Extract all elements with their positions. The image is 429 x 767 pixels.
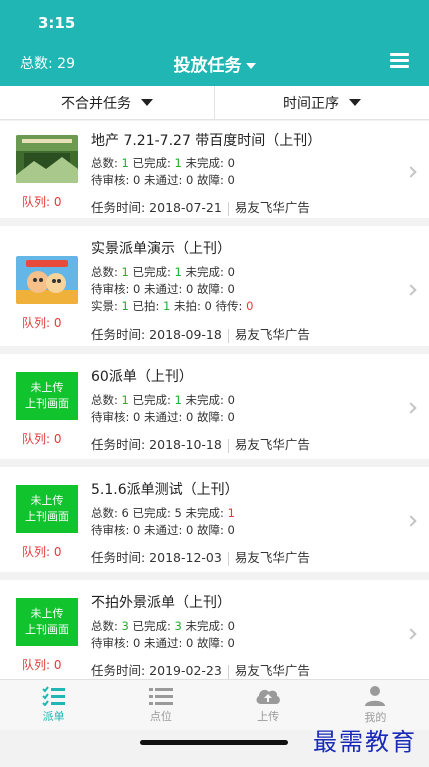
poster-image [16,256,78,304]
task-meta: 任务时间: 2018-07-21 易友飞华广告 [91,197,310,216]
task-card[interactable]: 未上传 上刊画面 队列: 0 5.1.6派单测试（上刊） 总数: 6 已完成: 5… [0,467,429,580]
task-title: 实景派单演示（上刊） [91,241,231,257]
list-icon [148,688,173,705]
task-list: 队列: 0 地产 7.21-7.27 带百度时间（上刊） 总数: 1 已完成: … [0,121,429,693]
home-indicator[interactable] [140,740,288,745]
queue-label: 队列: 0 [22,195,62,209]
task-time: 任务时间: 2018-10-18 [91,437,222,452]
task-meta: 任务时间: 2018-12-03 易友飞华广告 [91,547,310,566]
tab-upload[interactable]: 上传 [215,680,322,730]
task-thumbnail: 未上传 上刊画面 [16,598,78,646]
task-stats: 总数: 3 已完成: 3 未完成: 0 [91,619,235,633]
task-thumbnail: 未上传 上刊画面 [16,485,78,533]
chevron-right-icon [405,515,417,527]
task-review-stats: 待审核: 0 未通过: 0 故障: 0 [91,636,235,650]
task-review-stats: 待审核: 0 未通过: 0 故障: 0 [91,523,235,537]
page-title: 投放任务 [173,56,242,76]
chevron-right-icon [405,166,417,178]
watermark: 最需教育 [313,728,417,756]
poster-image [16,135,78,183]
tab-upload-label: 上传 [257,710,280,723]
merge-filter-dropdown[interactable]: 不合并任务 [0,86,214,119]
chevron-right-icon [405,628,417,640]
task-time: 任务时间: 2018-07-21 [91,200,222,215]
task-stats: 总数: 6 已完成: 5 未完成: 1 [91,506,235,520]
task-scene-stats: 实景: 1 已拍: 1 未拍: 0 待传: 0 [91,299,254,313]
task-title: 地产 7.21-7.27 带百度时间（上刊） [91,133,322,149]
menu-icon[interactable] [390,53,409,68]
task-card[interactable]: 队列: 0 地产 7.21-7.27 带百度时间（上刊） 总数: 1 已完成: … [0,121,429,226]
cloud-upload-icon [256,689,281,704]
app-root: 3:15 总数: 29 投放任务 不合并任务 时间正序 队列: 0 地产 7.2… [0,0,429,767]
user-icon [365,686,386,706]
task-card[interactable]: 未上传 上刊画面 队列: 0 不拍外景派单（上刊） 总数: 3 已完成: 3 未完… [0,580,429,693]
merge-filter-label: 不合并任务 [61,95,131,112]
task-card[interactable]: 未上传 上刊画面 队列: 0 60派单（上刊） 总数: 1 已完成: 1 未完成:… [0,354,429,467]
task-review-stats: 待审核: 0 未通过: 0 故障: 0 [91,282,235,296]
queue-label: 队列: 0 [22,432,62,446]
chevron-right-icon [405,284,417,296]
queue-label: 队列: 0 [22,316,62,330]
task-stats: 总数: 1 已完成: 1 未完成: 0 [91,393,235,407]
sort-filter-label: 时间正序 [283,95,339,112]
task-thumbnail [16,135,78,183]
tab-points-label: 点位 [149,710,172,723]
task-thumbnail: 未上传 上刊画面 [16,372,78,420]
not-uploaded-badge: 未上传 上刊画面 [16,485,78,533]
chevron-down-icon [245,63,256,69]
filter-bar: 不合并任务 时间正序 [0,86,429,120]
task-company: 易友飞华广告 [234,437,310,452]
task-meta: 任务时间: 2019-02-23 易友飞华广告 [91,660,310,679]
sort-filter-dropdown[interactable]: 时间正序 [214,86,429,119]
task-review-stats: 待审核: 0 未通过: 0 故障: 0 [91,173,235,187]
task-meta: 任务时间: 2018-10-18 易友飞华广告 [91,434,310,453]
caret-down-icon [141,99,153,106]
task-company: 易友飞华广告 [234,550,310,565]
page-title-dropdown[interactable]: 投放任务 [0,51,429,76]
chevron-right-icon [405,402,417,414]
not-uploaded-badge: 未上传 上刊画面 [16,598,78,646]
task-time: 任务时间: 2019-02-23 [91,663,222,678]
task-time: 任务时间: 2018-12-03 [91,550,222,565]
task-thumbnail [16,256,78,304]
task-company: 易友飞华广告 [234,327,310,342]
task-title: 不拍外景派单（上刊） [91,595,231,611]
task-meta: 任务时间: 2018-09-18 易友飞华广告 [91,324,310,343]
task-company: 易友飞华广告 [234,200,310,215]
not-uploaded-badge: 未上传 上刊画面 [16,372,78,420]
task-time: 任务时间: 2018-09-18 [91,327,222,342]
checklist-icon [41,686,65,706]
header: 3:15 总数: 29 投放任务 [0,0,429,86]
task-stats: 总数: 1 已完成: 1 未完成: 0 [91,156,235,170]
task-company: 易友飞华广告 [234,663,310,678]
task-stats: 总数: 1 已完成: 1 未完成: 0 [91,265,235,279]
tab-points[interactable]: 点位 [107,680,214,730]
status-time: 3:15 [38,14,76,32]
queue-label: 队列: 0 [22,658,62,672]
caret-down-icon [349,99,361,106]
task-review-stats: 待审核: 0 未通过: 0 故障: 0 [91,410,235,424]
tab-dispatch-label: 派单 [42,710,65,723]
queue-label: 队列: 0 [22,545,62,559]
task-card[interactable]: 队列: 0 实景派单演示（上刊） 总数: 1 已完成: 1 未完成: 0 待审核… [0,226,429,354]
tab-dispatch[interactable]: 派单 [0,680,107,730]
task-title: 60派单（上刊） [91,369,193,385]
task-title: 5.1.6派单测试（上刊） [91,482,239,498]
